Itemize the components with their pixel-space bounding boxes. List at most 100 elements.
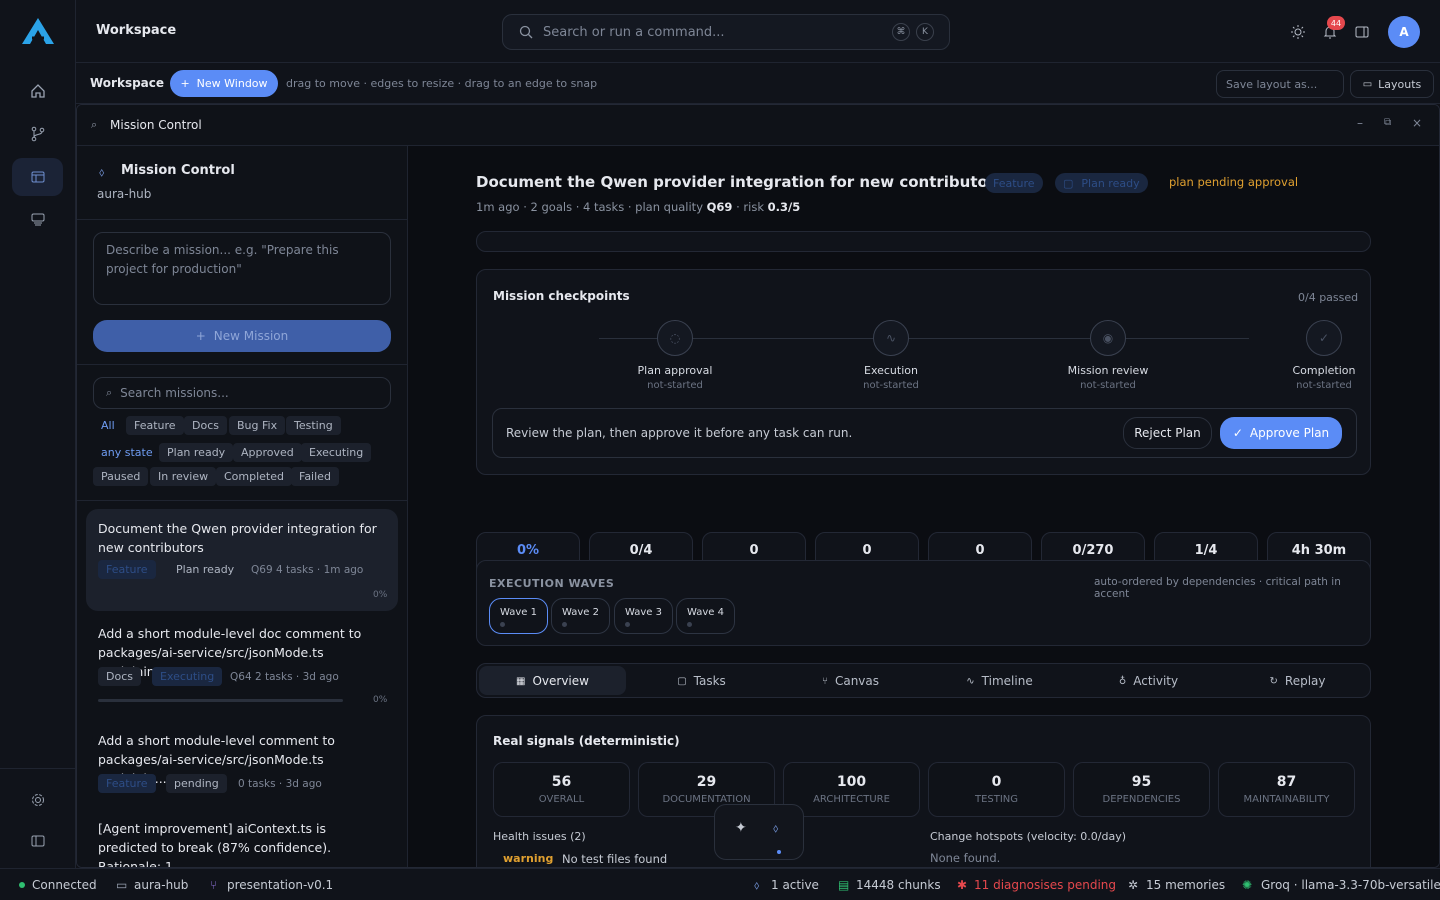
check-icon: ✓: [1306, 320, 1342, 356]
signal-label: TESTING: [974, 794, 1019, 805]
tab-replay[interactable]: ↻ Replay: [1224, 666, 1371, 696]
tab-timeline[interactable]: ∿ Timeline: [926, 666, 1073, 696]
checkpoint-execution: ∿ Execution not-started: [811, 320, 971, 391]
activity-icon: ∿: [873, 320, 909, 356]
folder-icon: ▭: [116, 878, 128, 892]
connection-status[interactable]: Connected: [32, 878, 97, 892]
settings-icon[interactable]: [12, 781, 63, 819]
checkpoint-mission-review: ◉ Mission review not-started: [1028, 320, 1188, 391]
health-title: Health issues (2): [493, 830, 586, 843]
avatar[interactable]: A: [1388, 16, 1420, 48]
mission-item[interactable]: Add a short module-level comment to pack…: [86, 725, 398, 815]
tab-tasks[interactable]: ▢ Tasks: [628, 666, 775, 696]
terminal-icon[interactable]: [12, 200, 63, 238]
state-completed[interactable]: Completed: [216, 467, 292, 486]
wave-2[interactable]: Wave 2: [551, 598, 610, 634]
mission-control-window[interactable]: ⌕ Mission Control – ⧉ × ⬨ Mission Contro…: [76, 104, 1440, 868]
filter-all[interactable]: All: [93, 416, 123, 435]
status-bar: Connected ▭ aura-hub ⑂ presentation-v0.1…: [0, 868, 1440, 900]
panel-icon[interactable]: [1354, 24, 1370, 43]
mission-item-progress-bar: [98, 699, 343, 702]
new-window-button[interactable]: + New Window: [170, 70, 278, 97]
save-layout-input[interactable]: Save layout as...: [1216, 70, 1344, 98]
window-titlebar[interactable]: ⌕ Mission Control – ⧉ ×: [77, 105, 1439, 146]
filter-testing[interactable]: Testing: [286, 416, 341, 435]
filter-feature[interactable]: Feature: [126, 416, 184, 435]
new-mission-button[interactable]: + New Mission: [93, 320, 391, 352]
workspace-hint: drag to move · edges to resize · drag to…: [286, 77, 598, 90]
plan-quality: Q69: [706, 200, 733, 214]
new-window-label: New Window: [196, 77, 268, 90]
pending-label: plan pending approval: [1169, 175, 1299, 189]
workspace-label: Workspace: [90, 76, 165, 90]
grid-icon: ▦: [516, 675, 526, 687]
model-name[interactable]: Groq · llama-3.3-70b-versatile: [1261, 878, 1440, 892]
state-approved[interactable]: Approved: [233, 443, 302, 462]
restore-icon[interactable]: ⧉: [1384, 117, 1391, 128]
mission-search-placeholder: Search missions...: [120, 386, 229, 400]
sidebar-toggle-icon[interactable]: [12, 822, 63, 860]
mission-item-meta: Q69 4 tasks · 1m ago: [251, 564, 364, 576]
mission-item[interactable]: Add a short module-level doc comment to …: [86, 618, 398, 718]
active-count[interactable]: 1 active: [771, 878, 819, 892]
mission-item-tag: Feature: [98, 560, 156, 579]
chunk-count[interactable]: 14448 chunks: [856, 878, 941, 892]
wave-4[interactable]: Wave 4: [676, 598, 735, 634]
mission-type-badge: Feature: [985, 173, 1043, 193]
mission-search-input[interactable]: ⌕ Search missions...: [93, 377, 391, 409]
state-any[interactable]: any state: [93, 443, 161, 462]
rocket-icon[interactable]: ⬨: [773, 821, 778, 836]
signal-value: 29: [696, 774, 717, 790]
mission-item-progress: 0%: [373, 590, 388, 600]
filter-bug-fix[interactable]: Bug Fix: [229, 416, 286, 435]
command-search[interactable]: Search or run a command... ⌘ K: [502, 14, 950, 50]
branch-name[interactable]: presentation-v0.1: [227, 878, 333, 892]
mission-meta: 1m ago · 2 goals · 4 tasks · plan qualit…: [476, 200, 800, 214]
repo-name[interactable]: aura-hub: [134, 878, 188, 892]
layout-icon[interactable]: [12, 158, 63, 196]
health-text: No test files found: [562, 852, 668, 866]
layout-icon: ▭: [1362, 78, 1373, 90]
wave-1[interactable]: Wave 1: [489, 598, 548, 634]
layouts-button[interactable]: ▭ Layouts: [1350, 70, 1434, 98]
state-failed[interactable]: Failed: [291, 467, 339, 486]
close-icon[interactable]: ×: [1412, 116, 1422, 130]
waves-title: EXECUTION WAVES: [489, 577, 615, 590]
state-executing[interactable]: Executing: [301, 443, 372, 462]
tab-canvas[interactable]: ⑂ Canvas: [777, 666, 924, 696]
metric-value: 0: [862, 543, 872, 558]
mission-description-input[interactable]: Describe a mission... e.g. "Prepare this…: [93, 232, 391, 305]
minimize-icon[interactable]: –: [1357, 116, 1363, 130]
reject-plan-button[interactable]: Reject Plan: [1123, 417, 1212, 449]
refresh-icon: ↻: [1269, 675, 1278, 687]
metric-value: 0/270: [1072, 543, 1114, 558]
state-paused[interactable]: Paused: [93, 467, 149, 486]
memory-count[interactable]: 15 memories: [1146, 878, 1225, 892]
home-icon[interactable]: [12, 72, 63, 110]
diagnoses-pending[interactable]: 11 diagnosises pending: [974, 878, 1116, 892]
missions-sidebar: ⬨ Mission Control aura-hub Describe a mi…: [77, 146, 408, 867]
plus-icon: +: [180, 77, 190, 90]
waves-card: EXECUTION WAVES auto-ordered by dependen…: [476, 560, 1371, 646]
tab-overview[interactable]: ▦ Overview: [479, 666, 626, 696]
sun-icon[interactable]: [1290, 24, 1306, 43]
approve-label: Approve Plan: [1249, 426, 1330, 440]
mission-item-tag: Docs: [98, 667, 141, 686]
state-in-review[interactable]: In review: [150, 467, 217, 486]
sidebar-subtitle: aura-hub: [97, 187, 152, 201]
mission-item[interactable]: [Agent improvement] aiContext.ts is pred…: [86, 818, 398, 867]
mission-state-badge: ▢ Plan ready: [1055, 173, 1148, 193]
sparkle-icon[interactable]: ✦: [735, 820, 747, 836]
wave-3[interactable]: Wave 3: [614, 598, 673, 634]
floating-toolbar[interactable]: ✦ ⬨: [714, 804, 804, 860]
git-branch-icon[interactable]: [12, 115, 63, 153]
mission-item[interactable]: Document the Qwen provider integration f…: [86, 509, 398, 611]
git-branch-icon: ⑂: [210, 878, 218, 892]
search-placeholder: Search or run a command...: [543, 24, 725, 40]
approve-plan-button[interactable]: ✓ Approve Plan: [1220, 417, 1342, 449]
aura-logo[interactable]: [20, 16, 56, 49]
state-plan-ready[interactable]: Plan ready: [159, 443, 234, 462]
signal-value: 95: [1131, 774, 1152, 790]
tab-activity[interactable]: ♁ Activity: [1075, 666, 1222, 696]
filter-docs[interactable]: Docs: [184, 416, 227, 435]
